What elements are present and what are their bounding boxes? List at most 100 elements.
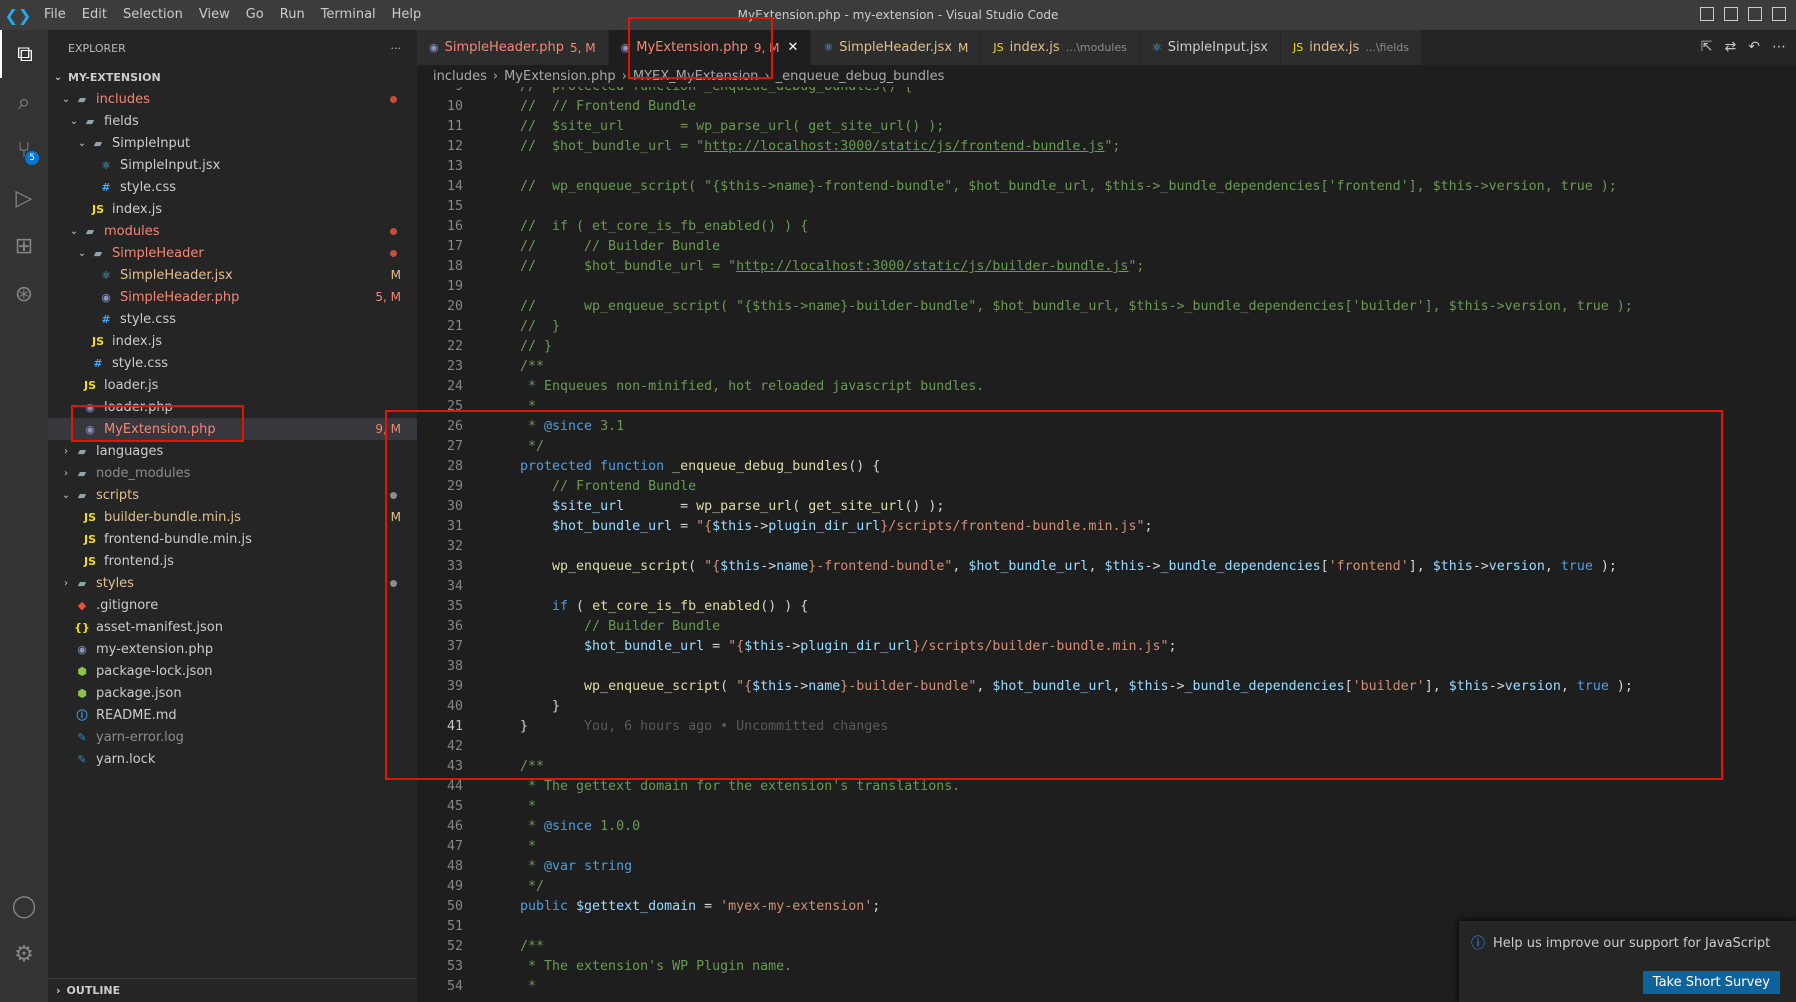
tree-item[interactable]: {} asset-manifest.json xyxy=(48,616,417,638)
tab-myextension-php[interactable]: ◉ MyExtension.php 9, M ✕ xyxy=(608,30,812,65)
tree-item[interactable]: JS index.js xyxy=(48,198,417,220)
tab-label: SimpleInput.jsx xyxy=(1167,40,1268,55)
tree-item[interactable]: JS builder-bundle.min.js M xyxy=(48,506,417,528)
tree-item[interactable]: ⬢ package.json xyxy=(48,682,417,704)
menu-file[interactable]: File xyxy=(36,0,74,30)
tree-item[interactable]: ◉ my-extension.php xyxy=(48,638,417,660)
tree-item[interactable]: ⌄ ▰ includes xyxy=(48,88,417,110)
code-line: 46 * @since 1.0.0 xyxy=(417,817,1796,837)
code-line: 26 * @since 3.1 xyxy=(417,417,1796,437)
breadcrumb-item[interactable]: MyExtension.php xyxy=(504,69,616,84)
tree-item[interactable]: ⓘ README.md xyxy=(48,704,417,726)
tree-item[interactable]: ◉ SimpleHeader.php 5, M xyxy=(48,286,417,308)
folder-open-icon: ▰ xyxy=(85,114,95,128)
outline-section[interactable]: › OUTLINE xyxy=(48,978,417,1002)
code-line: 24 * Enqueues non-minified, hot reloaded… xyxy=(417,377,1796,397)
tree-item[interactable]: › ▰ node_modules xyxy=(48,462,417,484)
tree-item[interactable]: ⌄ ▰ SimpleHeader xyxy=(48,242,417,264)
tab-badge: 5, M xyxy=(570,40,596,55)
tree-item[interactable]: JS loader.js xyxy=(48,374,417,396)
code-text: * The extension's WP Plugin name. xyxy=(520,959,793,974)
explorer-more-icon[interactable]: ··· xyxy=(391,42,402,55)
extensions-icon[interactable]: ⊞ xyxy=(0,222,48,270)
tree-item[interactable]: JS frontend.js xyxy=(48,550,417,572)
tree-item[interactable]: ✎ yarn-error.log xyxy=(48,726,417,748)
tree-item[interactable]: ⌄ ▰ modules xyxy=(48,220,417,242)
line-number: 54 xyxy=(446,979,463,994)
tree-item[interactable]: ⌄ ▰ scripts xyxy=(48,484,417,506)
tree-item[interactable]: › ▰ styles xyxy=(48,572,417,594)
close-tab-icon[interactable]: ✕ xyxy=(787,40,798,55)
tree-item[interactable]: ◉ loader.php xyxy=(48,396,417,418)
code-text: wp_enqueue_script( "{$this->name}-fronte… xyxy=(552,559,1617,574)
tree-item[interactable]: › ▰ languages xyxy=(48,440,417,462)
tree-item[interactable]: ◆ .gitignore xyxy=(48,594,417,616)
tab-simpleheader-php[interactable]: ◉ SimpleHeader.php 5, M xyxy=(417,30,609,65)
tree-item[interactable]: ✎ yarn.lock xyxy=(48,748,417,770)
menu-go[interactable]: Go xyxy=(238,0,272,30)
tree-item[interactable]: JS frontend-bundle.min.js xyxy=(48,528,417,550)
tree-item[interactable]: # style.css xyxy=(48,352,417,374)
open-preview-icon[interactable]: ⇱ xyxy=(1701,39,1713,55)
git-graph-icon[interactable]: ⊛ xyxy=(0,270,48,318)
menu-selection[interactable]: Selection xyxy=(115,0,191,30)
folder-open-icon: ▰ xyxy=(77,488,87,502)
run-debug-icon[interactable]: ▷ xyxy=(0,174,48,222)
tree-item[interactable]: ◉ MyExtension.php 9, M xyxy=(48,418,417,440)
breadcrumb-item[interactable]: _enqueue_debug_bundles xyxy=(776,69,945,84)
tab-simpleheader-jsx[interactable]: ⚛ SimpleHeader.jsx M xyxy=(811,30,982,65)
line-number: 48 xyxy=(446,859,463,874)
customize-layout-icon[interactable] xyxy=(1772,7,1786,21)
code-text: * xyxy=(520,799,537,814)
workspace-root[interactable]: ⌄ MY-EXTENSION xyxy=(48,66,417,88)
tree-item[interactable]: JS index.js xyxy=(48,330,417,352)
yarn-icon: ✎ xyxy=(77,730,87,744)
toggle-sidebar-icon[interactable] xyxy=(1700,7,1714,21)
code-line: 45 * xyxy=(417,797,1796,817)
tree-item[interactable]: ⌄ ▰ fields xyxy=(48,110,417,132)
search-icon[interactable]: ⌕ xyxy=(0,78,48,126)
account-icon[interactable]: ◯ xyxy=(0,882,48,930)
tree-item[interactable]: ⚛ SimpleInput.jsx xyxy=(48,154,417,176)
menu-view[interactable]: View xyxy=(191,0,238,30)
more-actions-icon[interactable]: ⋯ xyxy=(1772,39,1786,55)
menu-edit[interactable]: Edit xyxy=(74,0,115,30)
line-number: 27 xyxy=(446,439,463,454)
tab-index-js[interactable]: JS index.js ...\modules xyxy=(981,30,1140,65)
tree-item-label: scripts xyxy=(96,487,139,503)
menu-terminal[interactable]: Terminal xyxy=(313,0,384,30)
tab-index-js[interactable]: JS index.js ...\fields xyxy=(1281,30,1422,65)
code-text: * @var string xyxy=(520,859,633,874)
folder-icon: ▰ xyxy=(77,466,87,480)
toggle-secondary-sidebar-icon[interactable] xyxy=(1748,7,1762,21)
code-text: // $hot_bundle_url = "http://localhost:3… xyxy=(520,139,1121,154)
explorer-icon[interactable]: ⧉ xyxy=(0,30,48,78)
code-line: 20 // wp_enqueue_script( "{$this->name}-b… xyxy=(417,297,1796,317)
toggle-panel-icon[interactable] xyxy=(1724,7,1738,21)
menu-help[interactable]: Help xyxy=(384,0,430,30)
settings-gear-icon[interactable]: ⚙ xyxy=(0,930,48,978)
tree-item[interactable]: ⚛ SimpleHeader.jsx M xyxy=(48,264,417,286)
file-tree: ⌄ ▰ includes ⌄ ▰ fields ⌄ ▰ SimpleInput ⚛ SimpleIn… xyxy=(48,88,417,770)
git-compare-icon[interactable]: ⇄ xyxy=(1725,39,1737,55)
breadcrumb-item[interactable]: MYEX_MyExtension xyxy=(633,69,759,84)
tree-item[interactable]: ⌄ ▰ SimpleInput xyxy=(48,132,417,154)
take-survey-button[interactable]: Take Short Survey xyxy=(1642,971,1780,994)
code-text: * Enqueues non-minified, hot reloaded ja… xyxy=(520,379,985,394)
line-number: 24 xyxy=(446,379,463,394)
tab-simpleinput-jsx[interactable]: ⚛ SimpleInput.jsx xyxy=(1139,30,1281,65)
breadcrumb-item[interactable]: includes xyxy=(433,69,487,84)
source-control-icon[interactable]: ⑂ 5 xyxy=(0,126,48,174)
line-number: 34 xyxy=(446,579,463,594)
tree-item[interactable]: # style.css xyxy=(48,308,417,330)
go-back-icon[interactable]: ↶ xyxy=(1748,39,1760,55)
line-number: 35 xyxy=(446,599,463,614)
code-text: if ( et_core_is_fb_enabled() ) { xyxy=(552,599,809,614)
modified-dot-icon xyxy=(390,249,397,257)
line-number: 30 xyxy=(446,499,463,514)
menu-run[interactable]: Run xyxy=(272,0,313,30)
tree-item[interactable]: ⬢ package-lock.json xyxy=(48,660,417,682)
tab-label: index.js xyxy=(1309,40,1360,55)
code-editor[interactable]: 9 // protected function _enqueue_debug_bu… xyxy=(417,87,1796,1002)
tree-item[interactable]: # style.css xyxy=(48,176,417,198)
